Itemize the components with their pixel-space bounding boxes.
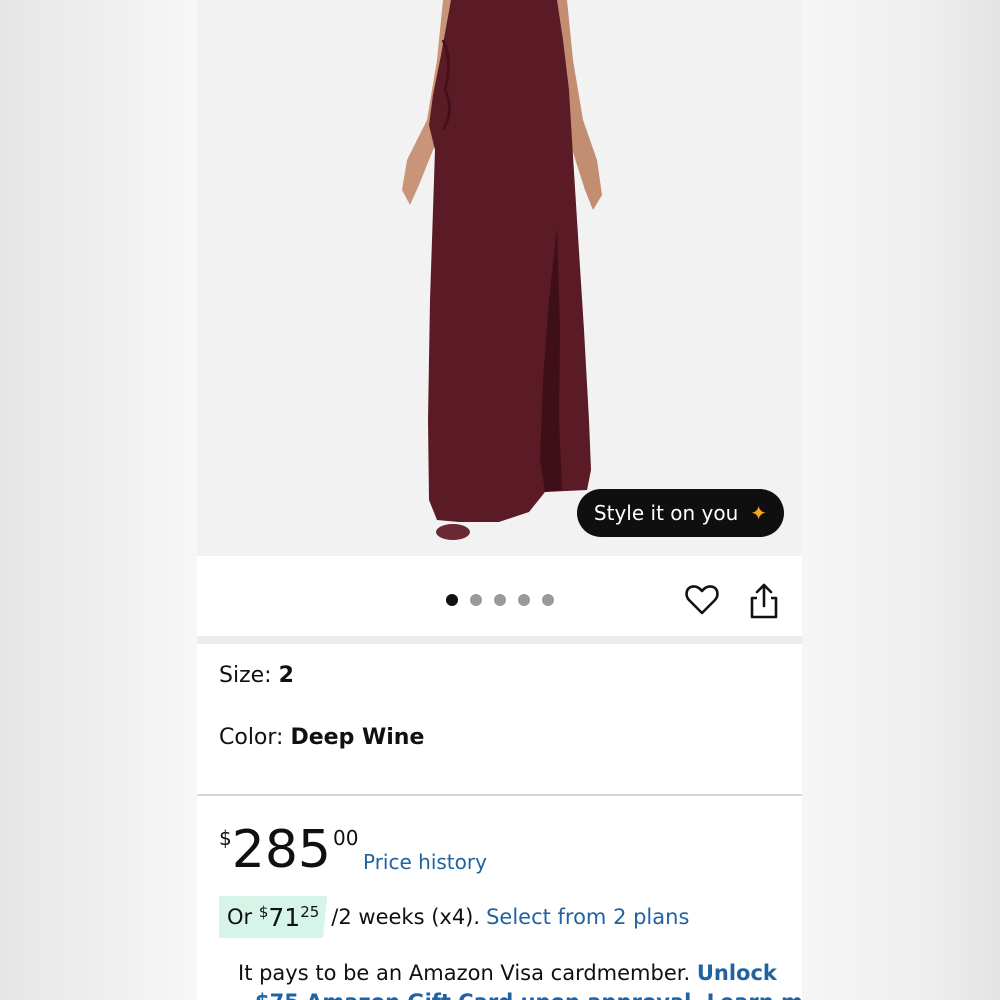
installment-currency: $ — [258, 903, 269, 921]
style-it-on-you-button[interactable]: Style it on you ✦ — [577, 489, 784, 537]
price-fraction: 00 — [333, 826, 359, 850]
promo-unlock-link[interactable]: Unlock — [697, 961, 777, 985]
sparkle-icon: ✦ — [750, 501, 768, 525]
dress-photo — [402, 0, 602, 540]
image-pagination — [446, 594, 554, 606]
visa-promo: It pays to be an Amazon Visa cardmember.… — [238, 961, 777, 985]
pagination-dot[interactable] — [542, 594, 554, 606]
promo-text: It pays to be an Amazon Visa cardmember. — [238, 961, 691, 985]
size-label: Size: — [219, 663, 272, 688]
heart-icon[interactable] — [684, 582, 720, 618]
right-backdrop — [802, 0, 1000, 1000]
promo-link-continued[interactable]: $75 Amazon Gift Card upon approval. Lear… — [255, 990, 802, 1000]
section-divider — [197, 794, 802, 796]
share-icon[interactable] — [747, 582, 781, 620]
color-label: Color: — [219, 725, 284, 750]
installment-period: /2 weeks (x4). — [331, 905, 481, 929]
price: $ 285 00 — [219, 822, 358, 878]
color-value: Deep Wine — [290, 725, 425, 750]
size-value: 2 — [278, 663, 294, 688]
price-history-link[interactable]: Price history — [363, 850, 487, 874]
dress — [428, 0, 591, 522]
installment-offer: Or $ 71 25 /2 weeks (x4). Select from 2 … — [219, 896, 689, 938]
pagination-dot[interactable] — [494, 594, 506, 606]
pagination-dot[interactable] — [518, 594, 530, 606]
installment-amount: Or $ 71 25 — [219, 896, 328, 938]
select-plans-link[interactable]: Select from 2 plans — [486, 905, 689, 929]
section-divider — [197, 636, 802, 644]
left-backdrop — [0, 0, 197, 1000]
installment-prefix: Or — [227, 905, 259, 929]
size-selector[interactable]: Size: 2 — [219, 663, 294, 688]
product-panel: Style it on you ✦ Size: 2 Color: Deep Wi… — [197, 0, 802, 1000]
color-selector[interactable]: Color: Deep Wine — [219, 725, 424, 750]
installment-fraction: 25 — [300, 903, 320, 921]
left-shoe — [436, 524, 470, 540]
style-button-label: Style it on you — [593, 501, 739, 525]
price-currency: $ — [219, 826, 232, 850]
installment-whole: 71 — [268, 902, 301, 932]
price-whole: 285 — [231, 820, 331, 880]
gallery-controls — [197, 556, 802, 636]
pagination-dot[interactable] — [446, 594, 458, 606]
product-image[interactable]: Style it on you ✦ — [197, 0, 802, 556]
pagination-dot[interactable] — [470, 594, 482, 606]
